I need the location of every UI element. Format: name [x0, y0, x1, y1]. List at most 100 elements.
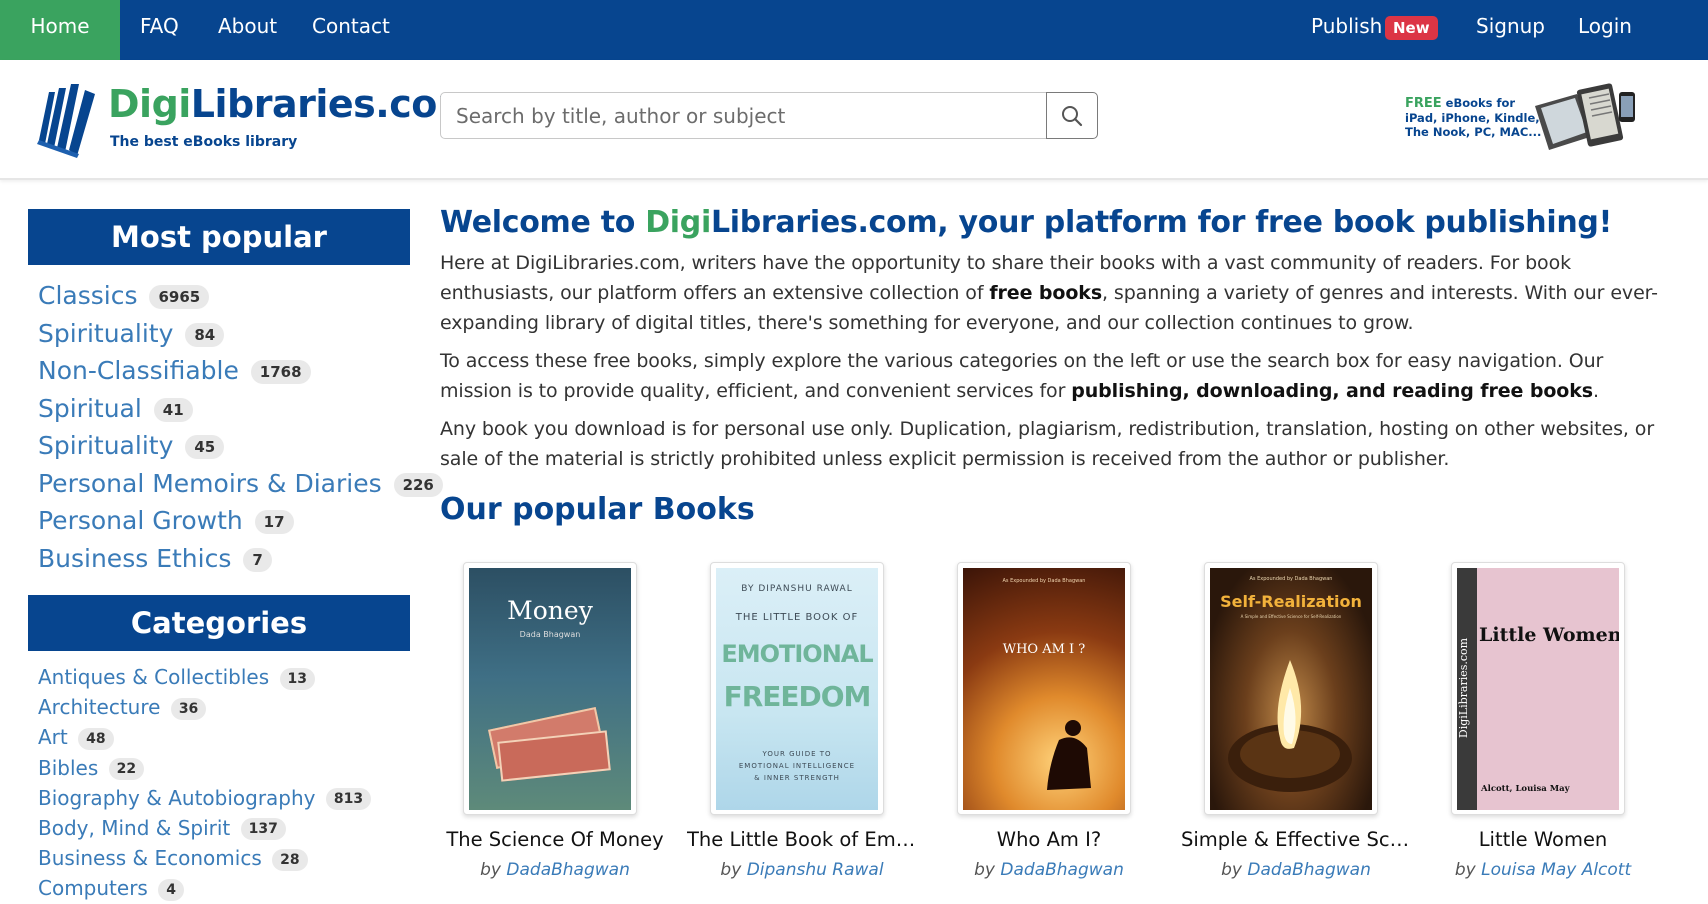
logo-wordmark: DigiLibraries.com [108, 82, 476, 126]
popular-link[interactable]: Spiritual [38, 394, 142, 423]
book-title[interactable]: Who Am I? [934, 828, 1164, 851]
list-item: Bibles 22 [38, 753, 371, 783]
welcome-digi: Digi [645, 205, 711, 240]
category-link[interactable]: Computers [38, 876, 148, 900]
book-author: by Louisa May Alcott [1428, 860, 1658, 880]
list-item: Spiritual 41 [38, 390, 443, 428]
author-prefix: by [480, 860, 501, 880]
ereader-devices-image [1535, 83, 1635, 150]
author-link[interactable]: Louisa May Alcott [1481, 860, 1631, 880]
book-title[interactable]: Simple & Effective Scie... [1181, 828, 1411, 851]
top-navbar: Home FAQ About Contact Publish New Signu… [0, 0, 1708, 60]
category-link[interactable]: Business & Economics [38, 846, 262, 870]
category-link[interactable]: Antiques & Collectibles [38, 665, 269, 689]
book-author: by DadaBhagwan [1181, 860, 1411, 880]
nav-faq-link[interactable]: FAQ [140, 0, 179, 60]
count-badge: 137 [240, 818, 286, 841]
logo-libraries-text: Libraries.com [190, 82, 477, 126]
book-title[interactable]: Little Women [1428, 828, 1658, 851]
cover-title: Money [507, 596, 593, 625]
category-link[interactable]: Body, Mind & Spirit [38, 816, 230, 840]
list-item: Antiques & Collectibles 13 [38, 662, 371, 692]
list-item: Classics 6965 [38, 277, 443, 315]
popular-link[interactable]: Spirituality [38, 431, 173, 460]
candle-flame-graphic [1228, 660, 1352, 792]
book-title[interactable]: The Science Of Money [440, 828, 670, 851]
access-bold: publishing, downloading, and reading fre… [1071, 380, 1593, 402]
count-badge: 6965 [149, 285, 210, 309]
site-logo[interactable]: DigiLibraries.com The best eBooks librar… [33, 78, 476, 168]
promo-text: FREE eBooks for iPad, iPhone, Kindle, Th… [1405, 96, 1541, 139]
book-author: by Dipanshu Rawal [687, 860, 917, 880]
popular-books-row: Money Dada Bhagwan The Science Of Money … [440, 562, 1680, 892]
book-author: by DadaBhagwan [934, 860, 1164, 880]
promo-free: FREE [1405, 96, 1442, 111]
book-cover[interactable]: DigiLibraries.com Little Women Alcott, L… [1451, 562, 1625, 815]
category-link[interactable]: Biography & Autobiography [38, 786, 316, 810]
list-item: Computers 4 [38, 873, 371, 903]
nav-about-link[interactable]: About [218, 0, 277, 60]
intro-paragraph: Here at DigiLibraries.com, writers have … [440, 248, 1680, 338]
list-item: Spirituality 45 [38, 427, 443, 465]
book-cover[interactable]: BY DIPANSHU RAWAL THE LITTLE BOOK OF EMO… [710, 562, 884, 815]
promo-line2: iPad, iPhone, Kindle, [1405, 111, 1540, 125]
popular-link[interactable]: Personal Memoirs & Diaries [38, 469, 382, 498]
search-bar [440, 92, 1098, 139]
logo-tagline: The best eBooks library [110, 134, 298, 150]
nav-login-link[interactable]: Login [1578, 0, 1632, 60]
list-item: Non-Classifiable 1768 [38, 352, 443, 390]
welcome-heading: Welcome to DigiLibraries.com, your platf… [440, 205, 1680, 240]
access-text: . [1592, 380, 1599, 402]
category-link[interactable]: Architecture [38, 695, 160, 719]
book-cover[interactable]: As Expounded by Dada Bhagwan Self-Realiz… [1204, 562, 1378, 815]
category-link[interactable]: Bibles [38, 756, 98, 780]
popular-link[interactable]: Classics [38, 281, 138, 310]
cover-author: Alcott, Louisa May [1481, 784, 1570, 794]
promo-line3: The Nook, PC, MAC... [1405, 125, 1542, 139]
popular-link[interactable]: Personal Growth [38, 506, 243, 535]
books-logo-icon [37, 84, 95, 158]
logo-digi-text: Digi [108, 82, 191, 126]
nav-signup-link[interactable]: Signup [1476, 0, 1545, 60]
author-link[interactable]: DadaBhagwan [1000, 860, 1123, 880]
count-badge: 17 [254, 510, 294, 534]
list-item: Biography & Autobiography 813 [38, 783, 372, 813]
new-badge: New [1385, 16, 1438, 40]
category-link[interactable]: Art [38, 725, 68, 749]
main-content: Welcome to DigiLibraries.com, your platf… [440, 205, 1680, 527]
popular-link[interactable]: Spirituality [38, 319, 173, 348]
search-button[interactable] [1046, 92, 1098, 139]
list-item: Personal Memoirs & Diaries 226 [38, 465, 443, 503]
count-badge: 45 [185, 435, 225, 459]
nav-publish-link[interactable]: Publish [1311, 0, 1382, 60]
search-icon [1062, 106, 1083, 127]
nav-contact-link[interactable]: Contact [312, 0, 390, 60]
count-badge: 13 [279, 667, 315, 690]
cover-title-line2: FREEDOM [723, 680, 872, 713]
count-badge: 36 [170, 697, 207, 720]
count-badge: 1768 [250, 360, 311, 384]
author-link[interactable]: DadaBhagwan [506, 860, 629, 880]
categories-heading: Categories [28, 595, 410, 651]
count-badge: 813 [325, 788, 372, 811]
popular-link[interactable]: Business Ethics [38, 544, 231, 573]
cover-title-line1: EMOTIONAL [721, 640, 873, 668]
most-popular-heading: Most popular [28, 209, 410, 265]
author-link[interactable]: Dipanshu Rawal [747, 860, 884, 880]
devices-promo-banner[interactable]: FREE eBooks for iPad, iPhone, Kindle, Th… [1405, 76, 1645, 161]
list-item: Business & Economics 28 [38, 843, 371, 873]
book-cover[interactable]: As Expounded by Dada Bhagwan WHO AM I ? [957, 562, 1131, 815]
author-link[interactable]: DadaBhagwan [1247, 860, 1370, 880]
count-badge: 84 [185, 322, 225, 347]
popular-link[interactable]: Non-Classifiable [38, 356, 239, 385]
meditating-figure-graphic [1047, 720, 1091, 790]
book-title[interactable]: The Little Book of Emo... [687, 828, 917, 851]
list-item: Art 48 [38, 722, 371, 752]
cover-author: BY DIPANSHU RAWAL [741, 584, 853, 594]
search-input[interactable] [440, 92, 1047, 139]
count-badge: 4 [158, 878, 184, 901]
nav-home-link[interactable]: Home [0, 0, 120, 60]
cover-subtitle: Dada Bhagwan [519, 630, 581, 639]
book-cover[interactable]: Money Dada Bhagwan [463, 562, 637, 815]
access-paragraph: To access these free books, simply explo… [440, 346, 1680, 406]
